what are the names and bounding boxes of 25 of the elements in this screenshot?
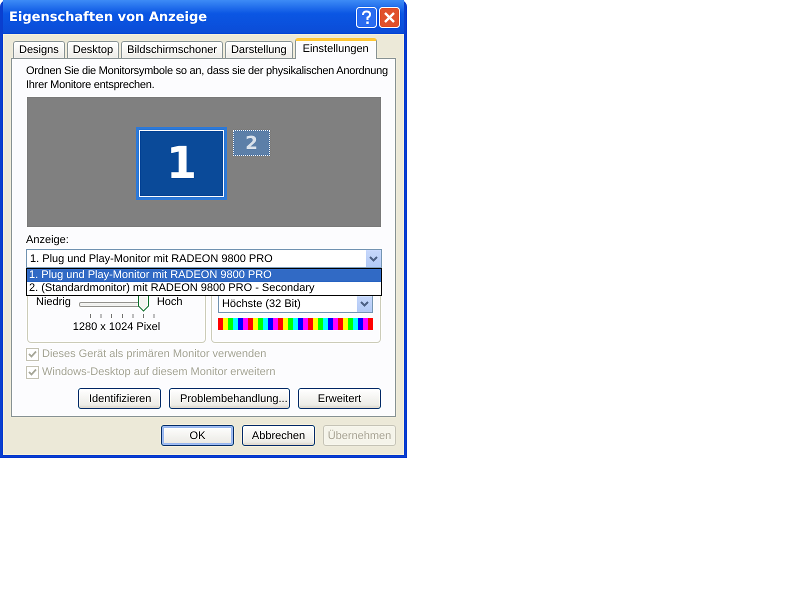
slider-max-label: Hoch xyxy=(156,296,183,308)
slider-thumb[interactable] xyxy=(138,295,149,312)
help-icon[interactable] xyxy=(356,6,377,28)
window-title: Eigenschaften von Anzeige xyxy=(9,10,208,24)
close-icon[interactable] xyxy=(379,6,400,28)
tab[interactable]: Designs xyxy=(13,41,65,58)
tab[interactable]: Einstellungen xyxy=(294,38,377,59)
button[interactable]: Problembehandlung... xyxy=(169,388,290,409)
dropdown-option[interactable]: 1. Plug und Play-Monitor mit RADEON 9800 PRO xyxy=(27,269,381,282)
tab[interactable]: Darstellung xyxy=(224,41,293,58)
button[interactable]: Identifizieren xyxy=(78,388,161,409)
button[interactable]: OK xyxy=(161,425,234,446)
instructions-text: Ordnen Sie die Monitorsymbole so an, dass sie der physikalischen Anordnung Ihrer Monitore entsprechen. xyxy=(26,64,389,92)
checkbox-label: Dieses Gerät als primären Monitor verwenden xyxy=(42,348,266,360)
display-dropdown[interactable]: 1. Plug und Play-Monitor mit RADEON 9800 PRO xyxy=(26,249,382,268)
button[interactable]: Erweitert xyxy=(298,388,381,409)
display-label: Anzeige: xyxy=(26,234,70,246)
dropdown-option[interactable]: 2. (Standardmonitor) mit RADEON 9800 PRO - Secondary xyxy=(27,282,381,295)
tab[interactable]: Bildschirmschoner xyxy=(121,41,223,58)
tab[interactable]: Desktop xyxy=(66,41,120,58)
checkbox-label: Windows-Desktop auf diesem Monitor erweitern xyxy=(42,366,276,378)
button[interactable]: Abbrechen xyxy=(242,425,315,446)
resolution-reading: 1280 x 1024 Pixel xyxy=(72,321,162,333)
monitor-icon[interactable]: 1 xyxy=(136,127,227,200)
slider-min-label: Niedrig xyxy=(36,296,71,308)
